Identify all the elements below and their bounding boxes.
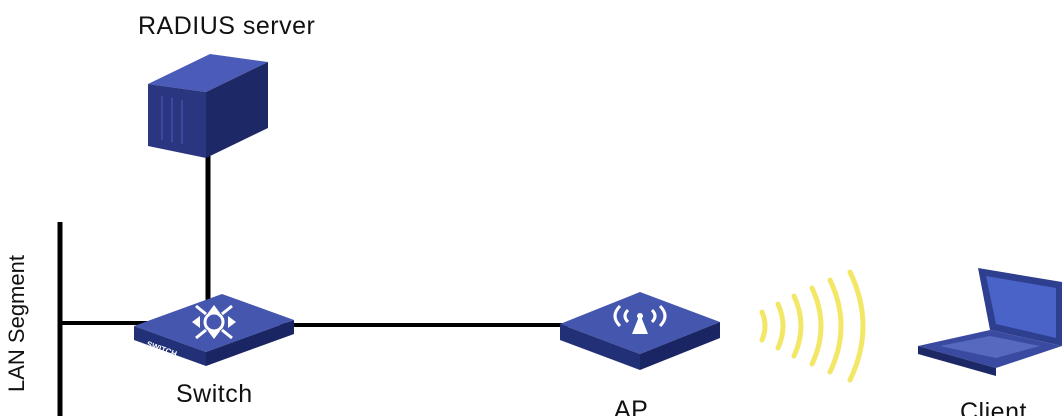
switch-icon: SWITCH <box>134 294 294 366</box>
server-icon <box>148 54 268 158</box>
switch-label: Switch <box>176 380 253 408</box>
network-diagram: SWITCH RADIUS server Switch AP Client LA… <box>0 0 1062 416</box>
diagram-svg: SWITCH <box>57 54 1062 416</box>
ap-label: AP <box>614 396 649 416</box>
lan-segment-label: LAN Segment <box>4 255 29 392</box>
access-point-icon <box>560 292 720 370</box>
laptop-icon <box>918 268 1062 376</box>
client-label: Client <box>960 398 1027 416</box>
radius-server-label: RADIUS server <box>138 12 316 40</box>
wireless-signal-icon <box>759 269 866 383</box>
